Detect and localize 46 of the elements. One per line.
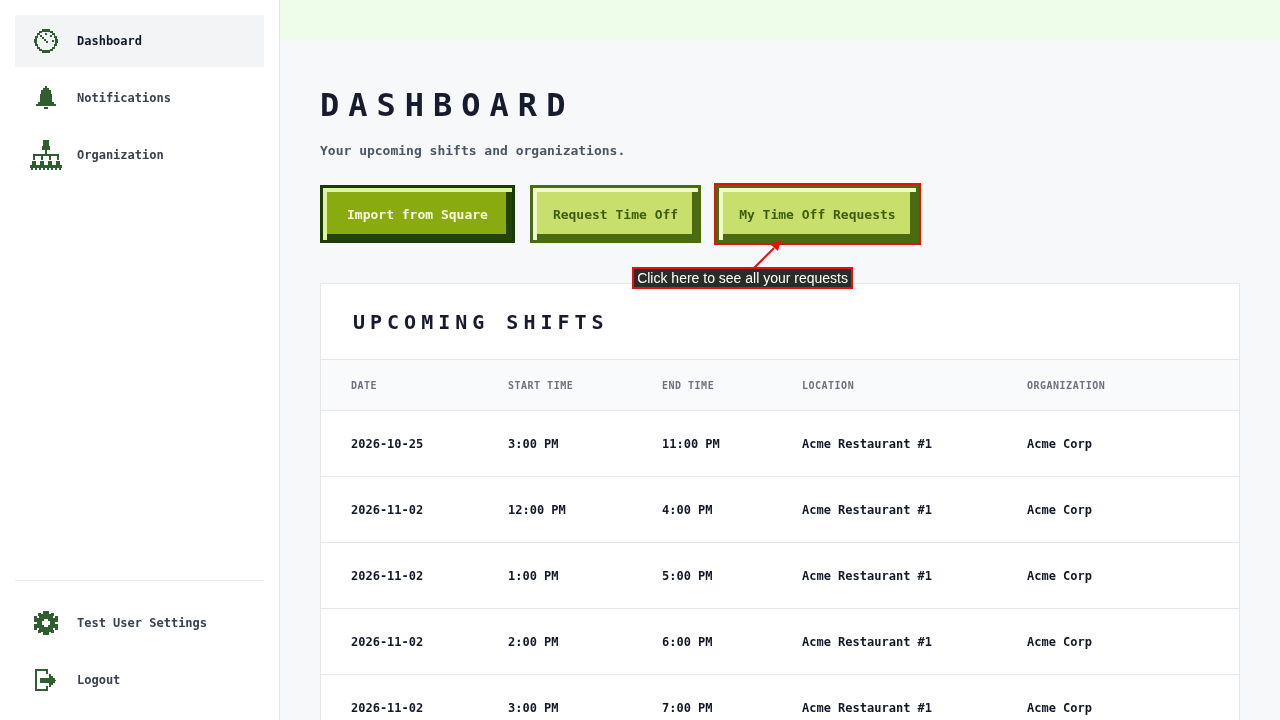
page-subtitle: Your upcoming shifts and organizations. xyxy=(320,142,627,160)
action-button[interactable]: Request Time Off xyxy=(529,185,702,243)
table-cell: Acme Corp xyxy=(1027,568,1093,583)
action-button[interactable]: My Time Off Requests xyxy=(716,185,919,243)
org-chart-icon xyxy=(30,140,62,170)
table-cell: Acme Corp xyxy=(1027,634,1093,649)
section-title: UPCOMING SHIFTS xyxy=(353,309,609,334)
column-header: DATE xyxy=(351,379,378,391)
callout-tooltip: Click here to see all your requests xyxy=(632,267,853,289)
table-cell: Acme Corp xyxy=(1027,700,1093,715)
table-cell: 12:00 PM xyxy=(508,502,566,517)
settings-icon xyxy=(34,611,58,635)
gauge-icon xyxy=(34,29,58,53)
table-cell: 2:00 PM xyxy=(508,634,559,649)
table-cell: 2026-10-25 xyxy=(351,436,424,451)
column-header: START TIME xyxy=(508,379,574,391)
table-cell: 6:00 PM xyxy=(662,634,713,649)
sidebar-item[interactable]: Logout xyxy=(15,654,264,706)
table-cell: Acme Restaurant #1 xyxy=(802,700,933,715)
table-cell: 4:00 PM xyxy=(662,502,713,517)
table-cell: 2026-11-02 xyxy=(351,502,424,517)
column-header: END TIME xyxy=(662,379,715,391)
table-cell: 5:00 PM xyxy=(662,568,713,583)
column-header: ORGANIZATION xyxy=(1027,379,1106,391)
sidebar-item[interactable]: Notifications xyxy=(15,72,264,124)
table-cell: Acme Corp xyxy=(1027,502,1093,517)
table-cell: 2026-11-02 xyxy=(351,634,424,649)
table-cell: 7:00 PM xyxy=(662,700,713,715)
sidebar-item[interactable]: Dashboard xyxy=(15,15,264,67)
table-cell: Acme Restaurant #1 xyxy=(802,436,933,451)
table-cell: 3:00 PM xyxy=(508,700,559,715)
table-cell: 2026-11-02 xyxy=(351,700,424,715)
table-cell: 11:00 PM xyxy=(662,436,720,451)
table-cell: Acme Restaurant #1 xyxy=(802,502,933,517)
table-cell: Acme Restaurant #1 xyxy=(802,634,933,649)
table-cell: 1:00 PM xyxy=(508,568,559,583)
table-cell: 2026-11-02 xyxy=(351,568,424,583)
table-cell: 3:00 PM xyxy=(508,436,559,451)
column-header: LOCATION xyxy=(802,379,855,391)
table-cell: Acme Corp xyxy=(1027,436,1093,451)
logout-icon xyxy=(34,668,58,692)
table-cell: Acme Restaurant #1 xyxy=(802,568,933,583)
bell-icon xyxy=(34,86,58,110)
sidebar-item[interactable]: Test User Settings xyxy=(15,597,264,649)
page-title: DASHBOARD xyxy=(320,85,576,125)
sidebar-item[interactable]: Organization xyxy=(15,129,264,181)
